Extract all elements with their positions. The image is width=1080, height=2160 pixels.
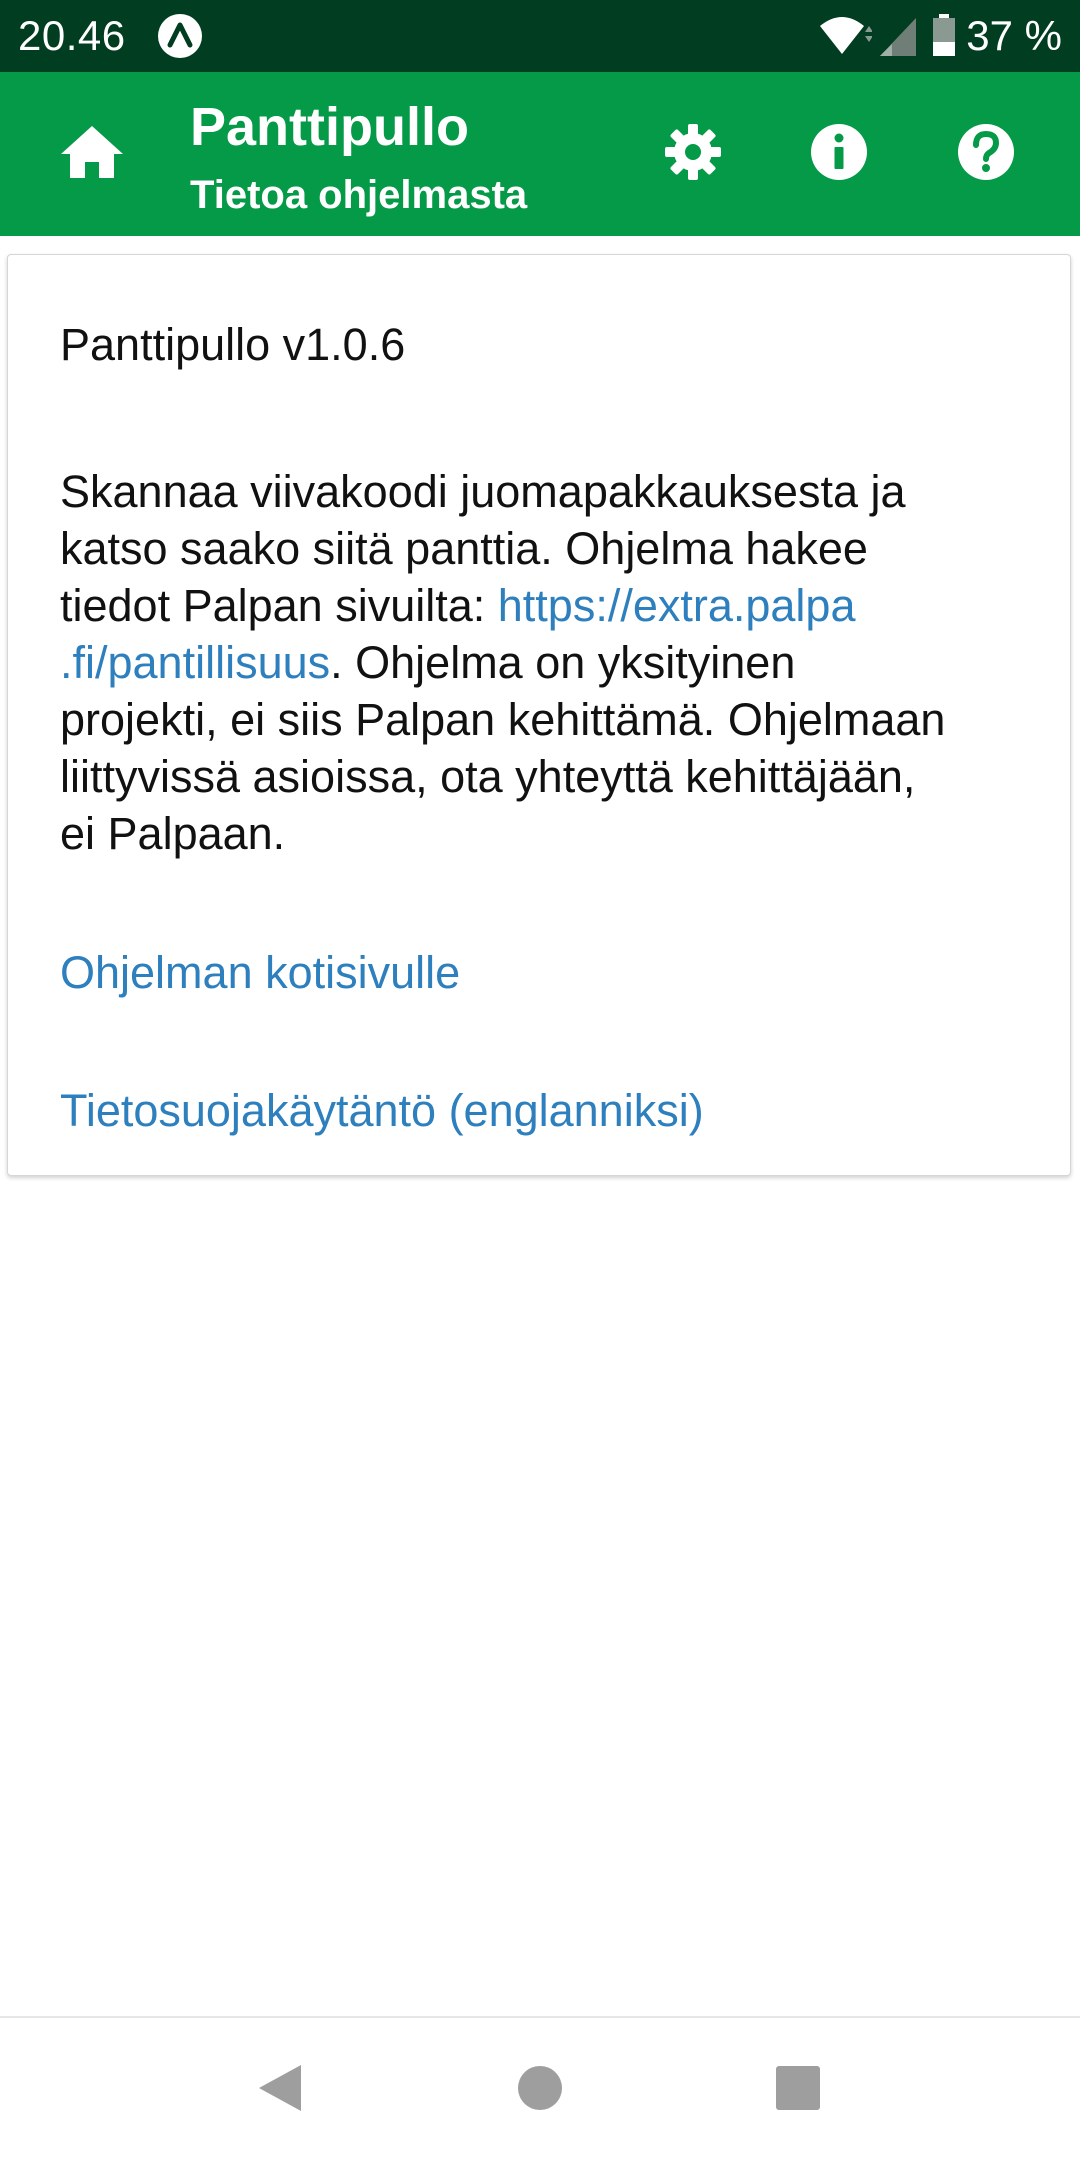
privacy-policy-link[interactable]: Tietosuojakäytäntö (englanniksi) bbox=[60, 1083, 704, 1139]
description-line: liittyvissä asioissa, ota yhteyttä kehit… bbox=[60, 751, 916, 802]
screen: 20.46 37 % Panttipullo Tietoa ohjelmasta… bbox=[0, 0, 1080, 2160]
app-subtitle: Tietoa ohjelmasta bbox=[190, 173, 528, 217]
battery-percentage: 37 % bbox=[966, 12, 1062, 59]
description-text-segment: tiedot Palpan sivuilta: bbox=[60, 580, 498, 631]
info-button[interactable] bbox=[803, 118, 875, 190]
description-line: Skannaa viivakoodi juomapakkauksesta ja bbox=[60, 466, 906, 517]
description-line: katso saako siitä panttia. Ohjelma hakee bbox=[60, 523, 868, 574]
status-time: 20.46 bbox=[18, 12, 126, 59]
home-button[interactable] bbox=[52, 122, 132, 186]
home-icon bbox=[59, 124, 125, 185]
cell-signal-icon bbox=[878, 14, 918, 58]
description-line: ei Palpaan. bbox=[60, 808, 286, 859]
wifi-icon bbox=[818, 14, 873, 58]
palpa-url-link-continued[interactable]: .fi/pantillisuus bbox=[60, 637, 330, 688]
app-notification-icon bbox=[156, 12, 204, 60]
description-line: .fi/pantillisuus. Ohjelma on yksityinen bbox=[60, 634, 1020, 691]
status-icons: 37 % bbox=[818, 10, 1062, 62]
back-button[interactable] bbox=[248, 2058, 312, 2122]
home-circle-icon bbox=[516, 2064, 564, 2117]
description-text-segment: . Ohjelma on yksityinen bbox=[330, 637, 796, 688]
nav-home-button[interactable] bbox=[508, 2058, 572, 2122]
info-icon bbox=[809, 122, 869, 187]
recents-icon bbox=[775, 2065, 821, 2116]
battery-icon bbox=[932, 14, 956, 58]
help-icon bbox=[956, 122, 1016, 187]
palpa-url-link[interactable]: https://extra.palpa bbox=[498, 580, 856, 631]
version-label: Panttipullo v1.0.6 bbox=[60, 319, 406, 370]
description-line: tiedot Palpan sivuilta: https://extra.pa… bbox=[60, 577, 1020, 634]
description-line: projekti, ei siis Palpan kehittämä. Ohje… bbox=[60, 694, 946, 745]
about-card: Panttipullo v1.0.6 Skannaa viivakoodi ju… bbox=[7, 254, 1071, 1176]
description-text: Skannaa viivakoodi juomapakkauksesta ja … bbox=[60, 463, 1020, 862]
back-icon bbox=[255, 2061, 305, 2120]
settings-button[interactable] bbox=[657, 118, 729, 190]
recents-button[interactable] bbox=[766, 2058, 830, 2122]
status-bar: 20.46 37 % bbox=[0, 0, 1080, 72]
help-button[interactable] bbox=[950, 118, 1022, 190]
settings-icon bbox=[663, 122, 723, 187]
app-title: Panttipullo bbox=[190, 97, 469, 157]
app-bar: Panttipullo Tietoa ohjelmasta bbox=[0, 72, 1080, 236]
navigation-bar bbox=[0, 2016, 1080, 2160]
homepage-link[interactable]: Ohjelman kotisivulle bbox=[60, 945, 460, 1001]
